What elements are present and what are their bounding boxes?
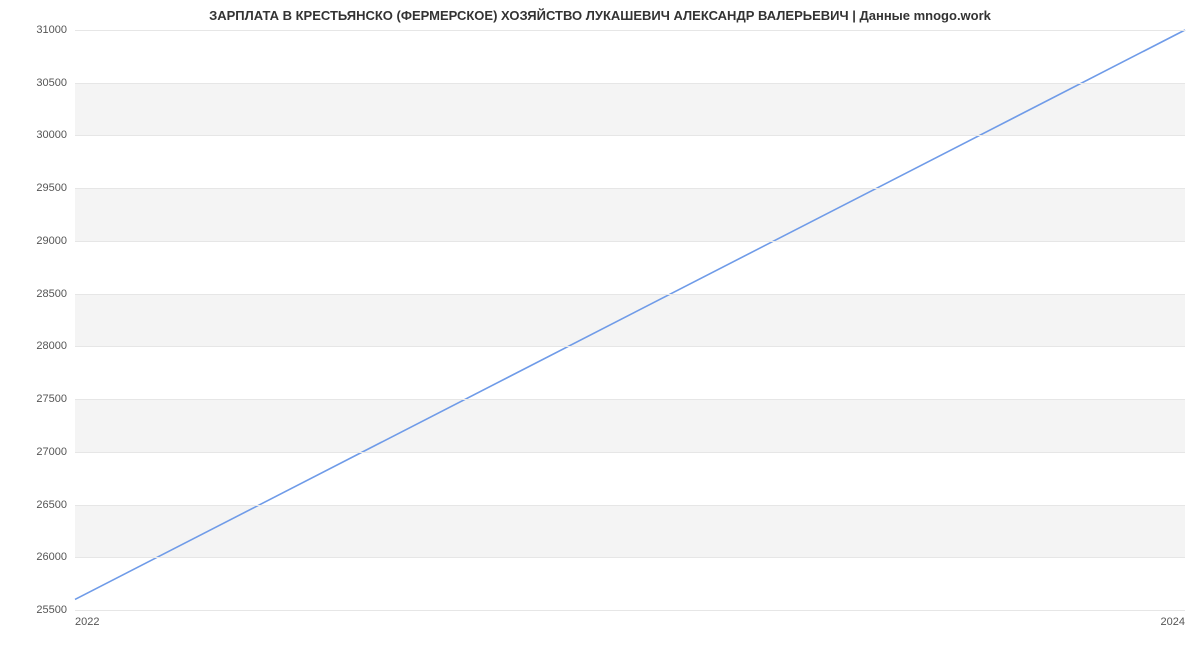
chart-container: ЗАРПЛАТА В КРЕСТЬЯНСКО (ФЕРМЕРСКОЕ) ХОЗЯ… [0,0,1200,650]
x-axis-tick-label: 2022 [75,616,99,628]
y-axis-tick-label: 30000 [36,129,67,141]
y-gridline [75,557,1185,558]
series-line [75,30,1185,599]
y-gridline [75,135,1185,136]
y-gridline [75,188,1185,189]
y-gridline [75,83,1185,84]
line-series [75,30,1185,610]
y-axis-tick-label: 25500 [36,604,67,616]
y-axis-tick-label: 27500 [36,393,67,405]
y-axis-tick-label: 30500 [36,77,67,89]
y-gridline [75,241,1185,242]
y-axis-tick-label: 31000 [36,24,67,36]
y-axis-tick-label: 28500 [36,288,67,300]
y-gridline [75,505,1185,506]
y-gridline [75,30,1185,31]
y-axis-tick-label: 29000 [36,235,67,247]
y-gridline [75,346,1185,347]
plot-area: 2550026000265002700027500280002850029000… [75,30,1185,611]
y-axis-tick-label: 26000 [36,551,67,563]
y-gridline [75,452,1185,453]
y-axis-tick-label: 29500 [36,182,67,194]
chart-title: ЗАРПЛАТА В КРЕСТЬЯНСКО (ФЕРМЕРСКОЕ) ХОЗЯ… [0,8,1200,23]
y-axis-tick-label: 28000 [36,340,67,352]
y-gridline [75,399,1185,400]
y-gridline [75,294,1185,295]
y-axis-tick-label: 27000 [36,446,67,458]
y-gridline [75,610,1185,611]
y-axis-tick-label: 26500 [36,499,67,511]
x-axis-tick-label: 2024 [1161,616,1185,628]
